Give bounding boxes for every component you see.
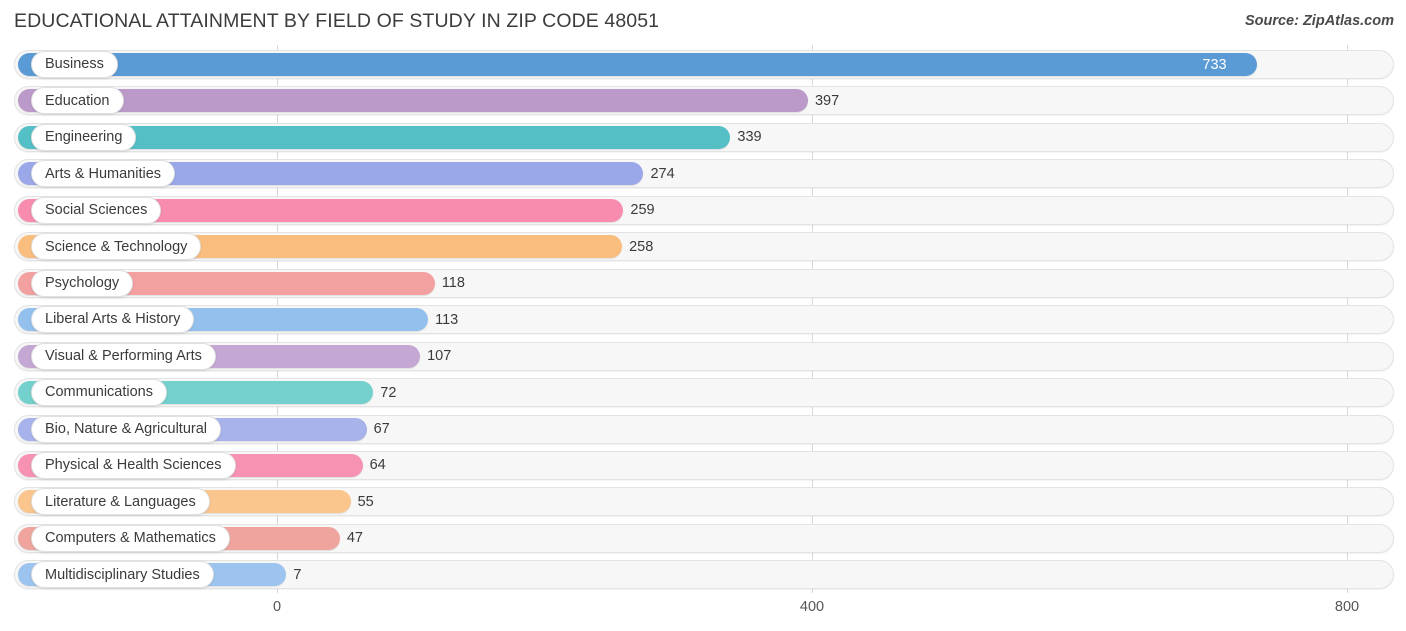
bar-value-label: 67: [373, 421, 390, 437]
category-label-pill: Arts & Humanities: [31, 160, 176, 188]
bar-rows: Business 733 Education 397 Engineering 339 Art…: [0, 45, 1406, 593]
bar-row: Business 733: [14, 50, 1394, 79]
category-label-pill: Social Sciences: [31, 196, 162, 224]
bar-value-label: 47: [346, 530, 363, 547]
bar-value-label: 118: [441, 275, 465, 292]
chart-page: EDUCATIONAL ATTAINMENT BY FIELD OF STUDY…: [0, 0, 1406, 631]
bar-row: Literature & Languages 55: [14, 487, 1394, 517]
bar-value-label: 113: [435, 311, 459, 328]
bar[interactable]: [18, 53, 1258, 76]
category-label: Bio, Nature & Agricultural: [45, 420, 207, 437]
bar-row: Multidisciplinary Studies 7: [14, 560, 1394, 590]
bar-row: Bio, Nature & Agricultural 67: [14, 414, 1394, 444]
source-attribution: Source: ZipAtlas.com: [1244, 13, 1394, 29]
bar-row: Arts & Humanities 274: [14, 159, 1394, 189]
category-label-pill: Visual & Performing Arts: [31, 342, 216, 370]
category-label: Literature & Languages: [45, 493, 196, 510]
x-tick-label: 400: [799, 599, 825, 615]
category-label: Education: [45, 92, 110, 109]
bar-row: Engineering 339: [14, 122, 1394, 152]
category-label: Physical & Health Sciences: [45, 457, 222, 474]
chart-header: EDUCATIONAL ATTAINMENT BY FIELD OF STUDY…: [0, 0, 1406, 45]
bar-value-label: 274: [650, 165, 675, 182]
bar-value-label: 64: [369, 457, 386, 474]
category-label-pill: Bio, Nature & Agricultural: [31, 415, 221, 443]
category-label: Science & Technology: [45, 238, 188, 255]
bar-row: Education 397: [14, 86, 1394, 116]
bar-row: Physical & Health Sciences 64: [14, 450, 1394, 480]
category-label: Computers & Mathematics: [45, 530, 216, 547]
category-label: Social Sciences: [45, 202, 148, 219]
category-label-pill: Liberal Arts & History: [31, 306, 195, 334]
category-label-pill: Engineering: [31, 123, 137, 151]
bar-value-label: 259: [630, 202, 655, 219]
category-label-pill: Computers & Mathematics: [31, 524, 230, 552]
x-tick-label: 800: [1334, 599, 1360, 615]
category-label-pill: Communications: [31, 379, 167, 407]
category-label-pill: Psychology: [31, 269, 134, 297]
page-title: EDUCATIONAL ATTAINMENT BY FIELD OF STUDY…: [14, 10, 660, 32]
x-axis: 0 400 800: [0, 593, 1406, 631]
category-label: Arts & Humanities: [45, 165, 162, 182]
bar[interactable]: [18, 89, 808, 113]
bar-value-label: 733: [1202, 56, 1227, 73]
bar-value-label: 72: [380, 384, 397, 401]
bar-value-label: 7: [293, 566, 302, 583]
bar-row: Visual & Performing Arts 107: [14, 341, 1394, 371]
x-tick-label: 0: [272, 599, 282, 615]
category-label: Liberal Arts & History: [45, 311, 181, 328]
bar-row: Liberal Arts & History 113: [14, 305, 1394, 335]
bar-row: Computers & Mathematics 47: [14, 523, 1394, 553]
category-label-pill: Literature & Languages: [31, 488, 210, 516]
category-label: Psychology: [45, 274, 120, 291]
bar-row: Social Sciences 259: [14, 195, 1394, 225]
category-label-pill: Science & Technology: [31, 233, 202, 261]
bar-row: Psychology 118: [14, 268, 1394, 298]
bar-value-label: 107: [427, 348, 452, 365]
category-label: Engineering: [45, 129, 123, 146]
bar-value-label: 55: [357, 493, 374, 510]
plot-area: Business 733 Education 397 Engineering 339 Art…: [0, 45, 1406, 593]
category-label-pill: Business: [31, 51, 118, 78]
category-label: Visual & Performing Arts: [45, 347, 202, 364]
category-label-pill: Education: [31, 87, 124, 115]
category-label: Multidisciplinary Studies: [45, 566, 200, 583]
category-label: Communications: [45, 384, 153, 401]
bar-row: Communications 72: [14, 378, 1394, 408]
category-label: Business: [45, 56, 104, 73]
bar-row: Science & Technology 258: [14, 232, 1394, 262]
category-label-pill: Multidisciplinary Studies: [31, 561, 214, 589]
bar-value-label: 339: [737, 129, 762, 146]
bar-value-label: 258: [629, 238, 654, 255]
bar-value-label: 397: [814, 92, 840, 109]
category-label-pill: Physical & Health Sciences: [31, 451, 236, 479]
